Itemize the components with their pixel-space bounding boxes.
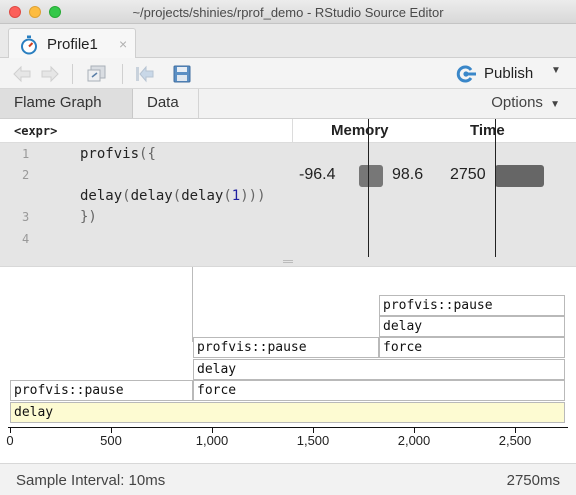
line-number: 3 [22, 210, 30, 224]
options-label: Options [491, 94, 543, 111]
axis-tick-label: 0 [6, 433, 14, 448]
chevron-down-icon: ▼ [550, 99, 560, 110]
memory-column-label: Memory [331, 122, 389, 139]
publish-icon [456, 65, 476, 83]
chevron-down-icon: ▼ [551, 65, 561, 76]
flame-frame[interactable]: force [379, 337, 565, 358]
memory-zero-line [368, 119, 369, 257]
back-arrow-icon[interactable] [12, 64, 32, 84]
flame-frame[interactable]: profvis::pause [193, 337, 379, 358]
publish-label: Publish [484, 65, 534, 82]
time-bar [495, 165, 544, 187]
splitter-grip-icon [283, 260, 293, 263]
tab-flame-graph[interactable]: Flame Graph [0, 89, 133, 118]
code-line-continuation[interactable]: delay(delay(delay(1))) [0, 187, 576, 207]
time-zero-line [495, 119, 496, 257]
line-number: 2 [22, 168, 30, 182]
flame-guide-line [192, 267, 193, 342]
memory-bar [359, 165, 383, 187]
code-line[interactable]: 3 }) [0, 208, 576, 228]
code-panel[interactable]: 1 profvis({ 2 delay(delay(delay(1))) 3 }… [0, 119, 576, 257]
axis-tick-label: 1,500 [296, 433, 330, 448]
code-text: }) [80, 209, 97, 225]
time-column-label: Time [470, 122, 505, 139]
window-titlebar: ~/projects/shinies/rprof_demo - RStudio … [0, 0, 576, 24]
sample-interval-text: Sample Interval: 10ms [16, 472, 166, 489]
toolbar-separator [72, 64, 73, 84]
code-line[interactable]: 1 profvis({ [0, 145, 576, 165]
time-value: 2750 [450, 166, 486, 183]
publish-button[interactable]: Publish ▼ [454, 62, 566, 86]
flame-frame[interactable]: force [193, 380, 565, 401]
flame-frame[interactable]: profvis::pause [10, 380, 193, 401]
memory-allocated-value: 98.6 [392, 166, 424, 183]
source-icon[interactable] [134, 64, 156, 84]
axis-tick-label: 2,500 [498, 433, 532, 448]
code-line[interactable]: 4 [0, 230, 576, 250]
expr-column-label: <expr> [14, 124, 58, 138]
flame-frame-root[interactable]: delay [10, 402, 565, 423]
axis-tick-label: 2,000 [397, 433, 431, 448]
line-number: 4 [22, 232, 30, 246]
pane-splitter[interactable] [0, 257, 576, 267]
editor-toolbar: Publish ▼ [0, 58, 576, 89]
tab-strip: Profile1 × [0, 24, 576, 59]
close-tab-icon[interactable]: × [119, 36, 127, 52]
tab-label: Profile1 [47, 36, 98, 53]
save-icon[interactable] [172, 64, 192, 84]
flame-frame[interactable]: delay [379, 316, 565, 337]
flame-frame[interactable]: profvis::pause [379, 295, 565, 316]
toolbar-separator [122, 64, 123, 84]
flame-x-axis [8, 427, 568, 428]
line-number: 1 [22, 147, 30, 161]
tab-data[interactable]: Data [133, 89, 199, 118]
axis-tick-label: 1,000 [195, 433, 229, 448]
flame-frame[interactable]: delay [193, 359, 565, 380]
code-line[interactable]: 2 [0, 166, 576, 186]
axis-tick-label: 500 [100, 433, 122, 448]
options-menu[interactable]: Options ▼ [491, 94, 560, 111]
show-in-window-icon[interactable] [86, 64, 108, 84]
forward-arrow-icon[interactable] [40, 64, 60, 84]
tab-profile1[interactable]: Profile1 × [8, 28, 136, 59]
flame-graph[interactable]: profvis::pause delay profvis::pause forc… [0, 267, 576, 427]
code-header: <expr> Memory Time [0, 119, 576, 143]
code-text: profvis({ [80, 146, 156, 162]
memory-deallocated-value: -96.4 [299, 166, 336, 183]
window-title: ~/projects/shinies/rprof_demo - RStudio … [132, 5, 444, 20]
code-text: delay(delay(delay(1))) [80, 188, 266, 204]
stopwatch-icon [21, 35, 37, 55]
total-time-text: 2750ms [506, 472, 560, 489]
status-bar: Sample Interval: 10ms 2750ms [0, 463, 576, 495]
profile-view-bar: Flame Graph Data Options ▼ [0, 89, 576, 119]
column-divider [292, 119, 293, 143]
